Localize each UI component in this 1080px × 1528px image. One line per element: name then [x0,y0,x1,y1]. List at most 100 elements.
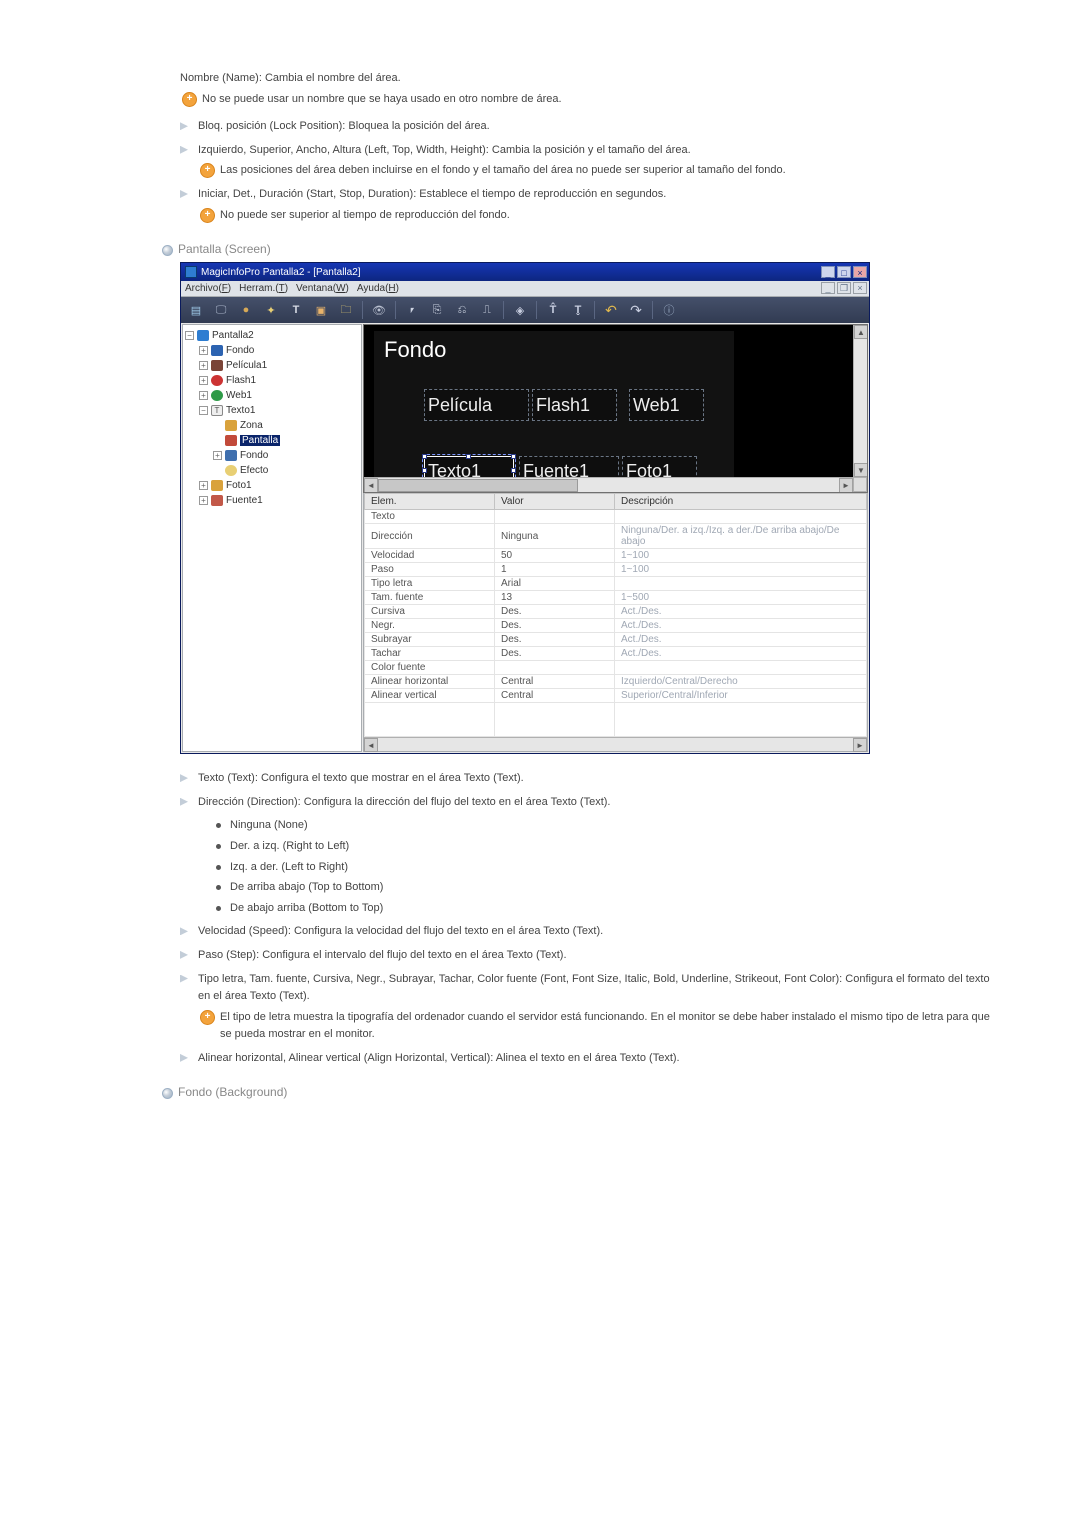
tool-text-icon[interactable]: T [285,300,307,320]
tree-fuente1[interactable]: Fuente1 [226,495,263,506]
col-desc[interactable]: Descripción [615,494,867,510]
tree-expand-icon[interactable]: + [199,346,208,355]
canvas-v-scrollbar[interactable]: ▲ ▼ [853,325,867,477]
tool-redo-icon[interactable]: ↷ [625,300,647,320]
canvas-h-scrollbar[interactable]: ◄ ► [364,477,853,492]
tree-pantalla[interactable]: Pantalla [240,435,280,446]
tree-fondo[interactable]: Fondo [226,345,254,356]
tool-undo-icon[interactable]: ↶ [600,300,622,320]
tree-efecto[interactable]: Efecto [240,465,268,476]
startstop-line: Iniciar, Det., Duración (Start, Stop, Du… [180,186,990,224]
tree-texto1[interactable]: Texto1 [226,405,255,416]
close-button[interactable]: × [853,266,867,278]
tool-align3-icon[interactable]: ⎌ [451,300,473,320]
ltwh-line: Izquierdo, Superior, Ancho, Altura (Left… [180,142,990,180]
slot-web1[interactable]: Web1 [629,389,704,421]
tree-fondo2[interactable]: Fondo [240,450,268,461]
canvas-area[interactable]: Fondo Película Flash1 Web1 Texto1 [363,324,868,493]
tool-layer-down-icon[interactable]: T̬ [567,300,589,320]
tool-monitor-icon[interactable]: 🖵 [210,300,232,320]
scroll-right-arrow-icon[interactable]: ► [853,738,867,752]
flash-icon [211,375,223,386]
section-screen: Pantalla (Screen) [162,242,990,256]
col-valor[interactable]: Valor [495,494,615,510]
tool-align4-icon[interactable]: ⎍ [476,300,498,320]
canvas-bg-label: Fondo [384,337,446,363]
col-elem[interactable]: Elem. [365,494,495,510]
tool-info-icon[interactable]: ⓘ [658,300,680,320]
scroll-left-arrow-icon[interactable]: ◄ [364,738,378,752]
properties-table: Elem. Valor Descripción Texto DirecciónN… [364,493,867,737]
zone-icon [225,420,237,431]
photo-icon [211,480,223,491]
li-texto: Texto (Text): Configura el texto que mos… [180,770,990,788]
titlebar[interactable]: MagicInfoPro Pantalla2 - [Pantalla2] _ □… [181,263,869,281]
tool-star-icon[interactable]: ✦ [260,300,282,320]
tree-collapse-icon[interactable]: − [185,331,194,340]
tool-eye-icon[interactable]: 👁 [368,300,390,320]
tool-new-icon[interactable]: ▤ [185,300,207,320]
tool-image-icon[interactable]: ▣ [310,300,332,320]
scroll-right-arrow-icon[interactable]: ► [839,478,853,493]
tree-expand-icon[interactable]: + [199,496,208,505]
tool-folder-icon[interactable]: 🗀 [335,300,357,320]
menu-file[interactable]: Archivo(F) [185,283,231,294]
app-screenshot: MagicInfoPro Pantalla2 - [Pantalla2] _ □… [180,262,870,754]
tree-root[interactable]: Pantalla2 [212,330,254,341]
screen-icon [197,330,209,341]
maximize-button[interactable]: □ [837,266,851,278]
li-paso: Paso (Step): Configura el intervalo del … [180,947,990,965]
startstop-note: No puede ser superior al tiempo de repro… [198,207,990,225]
opt-rtl: Der. a izq. (Right to Left) [216,838,990,856]
scroll-left-arrow-icon[interactable]: ◄ [364,478,378,493]
tree-web1[interactable]: Web1 [226,390,252,401]
opt-ltr: Izq. a der. (Left to Right) [216,859,990,877]
mdi-close-button[interactable]: × [853,282,867,294]
movie-icon [211,360,223,371]
mdi-restore-button[interactable]: ❐ [837,282,851,294]
screen-area-icon [225,435,237,446]
tree-pelicula1[interactable]: Película1 [226,360,267,371]
li-font: Tipo letra, Tam. fuente, Cursiva, Negr.,… [180,971,990,1044]
tool-align2-icon[interactable]: ⎘ [426,300,448,320]
props-h-scrollbar[interactable]: ◄ ► [364,737,867,751]
app-icon [185,266,197,278]
tree-panel: − Pantalla2 + Fondo + Película1 + Flash1 + We… [182,324,362,752]
li-velocidad: Velocidad (Speed): Configura la velocida… [180,923,990,941]
li-font-note: El tipo de letra muestra la tipografía d… [198,1009,990,1044]
ltwh-note: Las posiciones del área deben incluirse … [198,162,990,180]
scroll-thumb[interactable] [378,479,578,492]
li-align: Alinear horizontal, Alinear vertical (Al… [180,1050,990,1068]
opt-ttb: De arriba abajo (Top to Bottom) [216,879,990,897]
mdi-minimize-button[interactable]: _ [821,282,835,294]
toolbar: ▤ 🖵 ● ✦ T ▣ 🗀 👁 ⎖ ⎘ ⎌ ⎍ ◈ T̂ T̬ ↶ ↷ ⓘ [181,297,869,323]
tree-flash1[interactable]: Flash1 [226,375,256,386]
slot-flash1[interactable]: Flash1 [532,389,617,421]
opt-btt: De abajo arriba (Bottom to Top) [216,900,990,918]
scroll-up-arrow-icon[interactable]: ▲ [854,325,868,339]
menu-window[interactable]: Ventana(W) [296,283,349,294]
properties-body: Texto DirecciónNingunaNinguna/Der. a izq… [365,510,867,737]
tool-globe-icon[interactable]: ● [235,300,257,320]
minimize-button[interactable]: _ [821,266,835,278]
tool-layer-up-icon[interactable]: T̂ [542,300,564,320]
tool-align1-icon[interactable]: ⎖ [401,300,423,320]
slot-pelicula[interactable]: Película [424,389,529,421]
tree-expand-icon[interactable]: + [199,391,208,400]
effect-icon [225,465,237,476]
tree-expand-icon[interactable]: + [199,361,208,370]
tree-expand-icon[interactable]: + [199,481,208,490]
tree-expand-icon[interactable]: + [213,451,222,460]
properties-panel: Elem. Valor Descripción Texto DirecciónN… [363,493,868,752]
tree-zona[interactable]: Zona [240,420,263,431]
menu-tools[interactable]: Herram.(T) [239,283,288,294]
tree-foto1[interactable]: Foto1 [226,480,252,491]
tree-collapse-icon[interactable]: − [199,406,208,415]
tool-diamond-icon[interactable]: ◈ [509,300,531,320]
bg2-icon [225,450,237,461]
tree-expand-icon[interactable]: + [199,376,208,385]
menu-help[interactable]: Ayuda(H) [357,283,399,294]
scroll-down-arrow-icon[interactable]: ▼ [854,463,868,477]
li-direccion: Dirección (Direction): Configura la dire… [180,794,990,918]
window-title: MagicInfoPro Pantalla2 - [Pantalla2] [201,267,819,278]
